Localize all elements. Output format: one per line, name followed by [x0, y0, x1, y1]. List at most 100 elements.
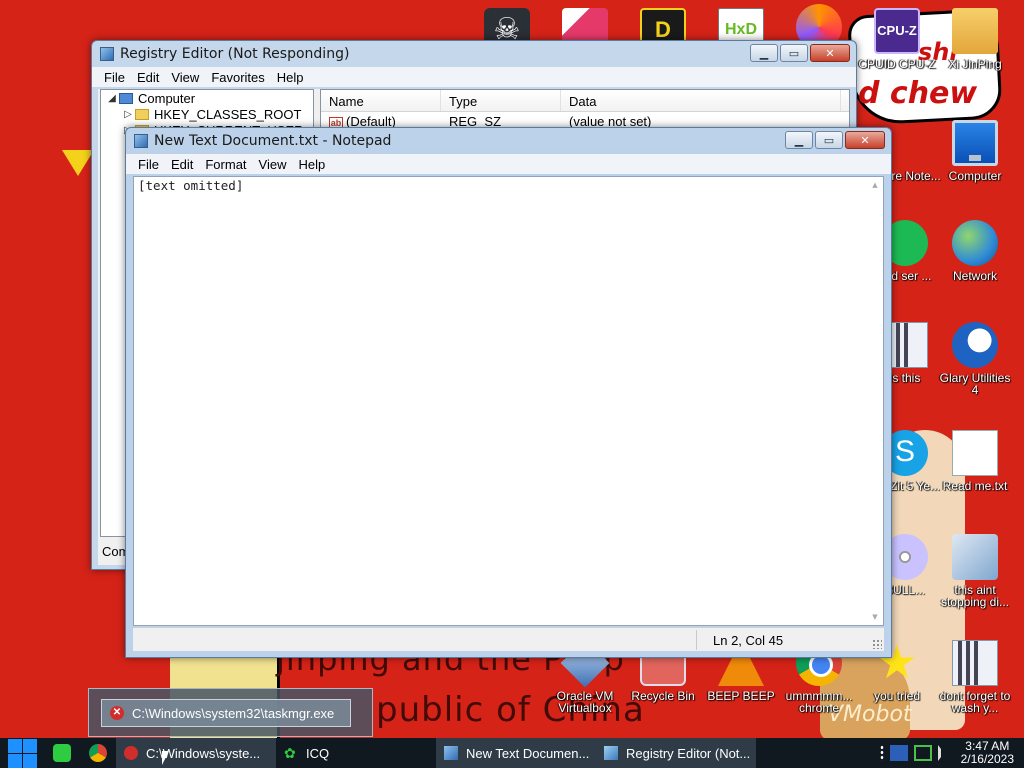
thumbnail-item[interactable]: ✕ C:\Windows\system32\taskmgr.exe [101, 699, 351, 727]
desktop-icon-xiping[interactable]: Xi JinPing [936, 8, 1014, 70]
tree-item-computer[interactable]: ◢ Computer [101, 90, 313, 106]
desktop-icon-label: Xi JinPing [948, 57, 1002, 71]
desktop-icon-computer[interactable]: Computer [936, 120, 1014, 182]
icq-flower-icon: ✿ [284, 745, 296, 761]
pinned-chrome[interactable] [80, 738, 116, 768]
desktop-icon-label: Oracle VM Virtualbox [556, 689, 614, 715]
tree-item-hkcr[interactable]: ▷ HKEY_CLASSES_ROOT [101, 106, 313, 122]
task-icq[interactable]: ✿ ICQ [276, 738, 436, 768]
clock[interactable]: 3:47 AM 2/16/2023 [953, 740, 1024, 766]
menu-format[interactable]: Format [199, 157, 252, 172]
cursor-position: Ln 2, Col 45 [713, 633, 784, 648]
windows-logo-icon [7, 738, 37, 768]
desktop-icon-glary[interactable]: Glary Utilities 4 [936, 322, 1014, 396]
flag-icon[interactable] [889, 745, 908, 761]
desktop-icon-label: CPUID CPU-Z [858, 57, 936, 71]
close-button[interactable]: ✕ [845, 131, 885, 149]
column-header-type[interactable]: Type [441, 90, 561, 111]
vertical-scrollbar[interactable]: ▲ ▼ [867, 177, 883, 625]
desktop-icon-label: Network [952, 269, 997, 283]
computer-icon [119, 92, 133, 104]
taskbar-thumbnail-popup: ✕ C:\Windows\system32\taskmgr.exe [88, 688, 373, 737]
collapsed-arrow-icon[interactable]: ▷ [121, 109, 135, 120]
registry-icon [100, 47, 114, 61]
menu-edit[interactable]: Edit [131, 70, 165, 85]
network-icon[interactable] [913, 745, 932, 761]
expanded-arrow-icon[interactable]: ◢ [105, 93, 119, 104]
notepad-icon [134, 134, 148, 148]
menu-view[interactable]: View [253, 157, 293, 172]
desktop-icon-label: BEEP BEEP [707, 689, 775, 703]
menu-file[interactable]: File [98, 70, 131, 85]
desktop-icon-label: ummmmm... chrome [785, 689, 853, 715]
minimize-button[interactable]: ▁ [750, 44, 778, 62]
chrome-icon [89, 744, 107, 762]
wallpaper-text-chew: d chew [858, 76, 978, 111]
person-icon [952, 8, 998, 54]
desktop-icon-network[interactable]: Network [936, 220, 1014, 282]
scroll-down-icon[interactable]: ▼ [867, 609, 883, 625]
task-label: ICQ [306, 745, 330, 761]
app-icon [53, 744, 71, 762]
calendar-file-icon [952, 640, 998, 686]
column-header-name[interactable]: Name [321, 90, 441, 111]
notepad-window: New Text Document.txt - Notepad ▁ ▭ ✕ Fi… [125, 127, 892, 658]
start-button[interactable] [0, 738, 44, 768]
close-button[interactable]: ✕ [810, 44, 850, 62]
minimize-button[interactable]: ▁ [785, 131, 813, 149]
wallpaper-star [62, 150, 94, 176]
registry-icon [604, 746, 618, 760]
task-taskmgr[interactable]: C:\Windows\syste... [116, 738, 276, 768]
network-icon [952, 220, 998, 266]
text-file-icon [952, 430, 998, 476]
desktop-icon-label: this aint stopping di... [940, 583, 1010, 609]
resize-grip-icon[interactable] [872, 639, 882, 649]
maximize-button[interactable]: ▭ [780, 44, 808, 62]
menu-file[interactable]: File [132, 157, 165, 172]
notepad-titlebar[interactable]: New Text Document.txt - Notepad ▁ ▭ ✕ [126, 128, 891, 154]
system-tray: 3:47 AM 2/16/2023 [877, 738, 1024, 768]
desktop-icon-label: Computer [948, 169, 1002, 183]
notepad-menubar: File Edit Format View Help [126, 154, 891, 174]
more-icon[interactable] [879, 745, 884, 761]
document-text: [text omitted] [138, 178, 244, 193]
task-label: New Text Documen... [466, 745, 590, 761]
menu-edit[interactable]: Edit [165, 157, 199, 172]
status-separator [696, 630, 697, 650]
pinned-app-green[interactable] [44, 738, 80, 768]
scroll-up-icon[interactable]: ▲ [867, 177, 883, 193]
desktop-icon-label: you tried [873, 689, 921, 703]
registry-menubar: File Edit View Favorites Help [92, 67, 856, 87]
task-label: Registry Editor (Not... [626, 745, 751, 761]
menu-help[interactable]: Help [292, 157, 331, 172]
desktop-icon-this-aint[interactable]: this aint stopping di... [936, 534, 1014, 608]
computer-icon [952, 120, 998, 166]
tree-label: Computer [138, 90, 196, 106]
desktop-icon-label: dont forget to wash y... [939, 689, 1011, 715]
taskbar: C:\Windows\syste... ✿ ICQ New Text Docum… [0, 738, 1024, 768]
notepad-text-area[interactable]: [text omitted] ▲ ▼ [133, 176, 884, 626]
error-icon: ✕ [110, 706, 124, 720]
maximize-button[interactable]: ▭ [815, 131, 843, 149]
menu-view[interactable]: View [165, 70, 205, 85]
list-header: Name Type Data [321, 90, 849, 112]
desktop-icon-wash[interactable]: dont forget to wash y... [936, 640, 1014, 714]
volume-icon[interactable] [937, 745, 950, 761]
tree-label: HKEY_CLASSES_ROOT [154, 106, 302, 122]
menu-help[interactable]: Help [271, 70, 310, 85]
desktop-icon-readme[interactable]: Read me.txt [936, 430, 1014, 492]
menu-favorites[interactable]: Favorites [205, 70, 270, 85]
desktop-icon-cpuz[interactable]: CPU-Z CPUID CPU-Z [858, 8, 936, 70]
notepad-icon [444, 746, 458, 760]
folder-icon [135, 108, 149, 120]
error-icon [124, 746, 138, 760]
notepad-statusbar: Ln 2, Col 45 [133, 627, 884, 651]
column-header-data[interactable]: Data [561, 90, 841, 111]
task-regedit[interactable]: Registry Editor (Not... [596, 738, 756, 768]
window-title: Registry Editor (Not Responding) [120, 46, 350, 62]
desktop-icon-label: Glary Utilities 4 [939, 371, 1011, 397]
thumbnail-label: C:\Windows\system32\taskmgr.exe [132, 705, 335, 721]
task-notepad[interactable]: New Text Documen... [436, 738, 596, 768]
clock-date: 2/16/2023 [960, 752, 1014, 766]
registry-editor-titlebar[interactable]: Registry Editor (Not Responding) ▁ ▭ ✕ [92, 41, 856, 67]
